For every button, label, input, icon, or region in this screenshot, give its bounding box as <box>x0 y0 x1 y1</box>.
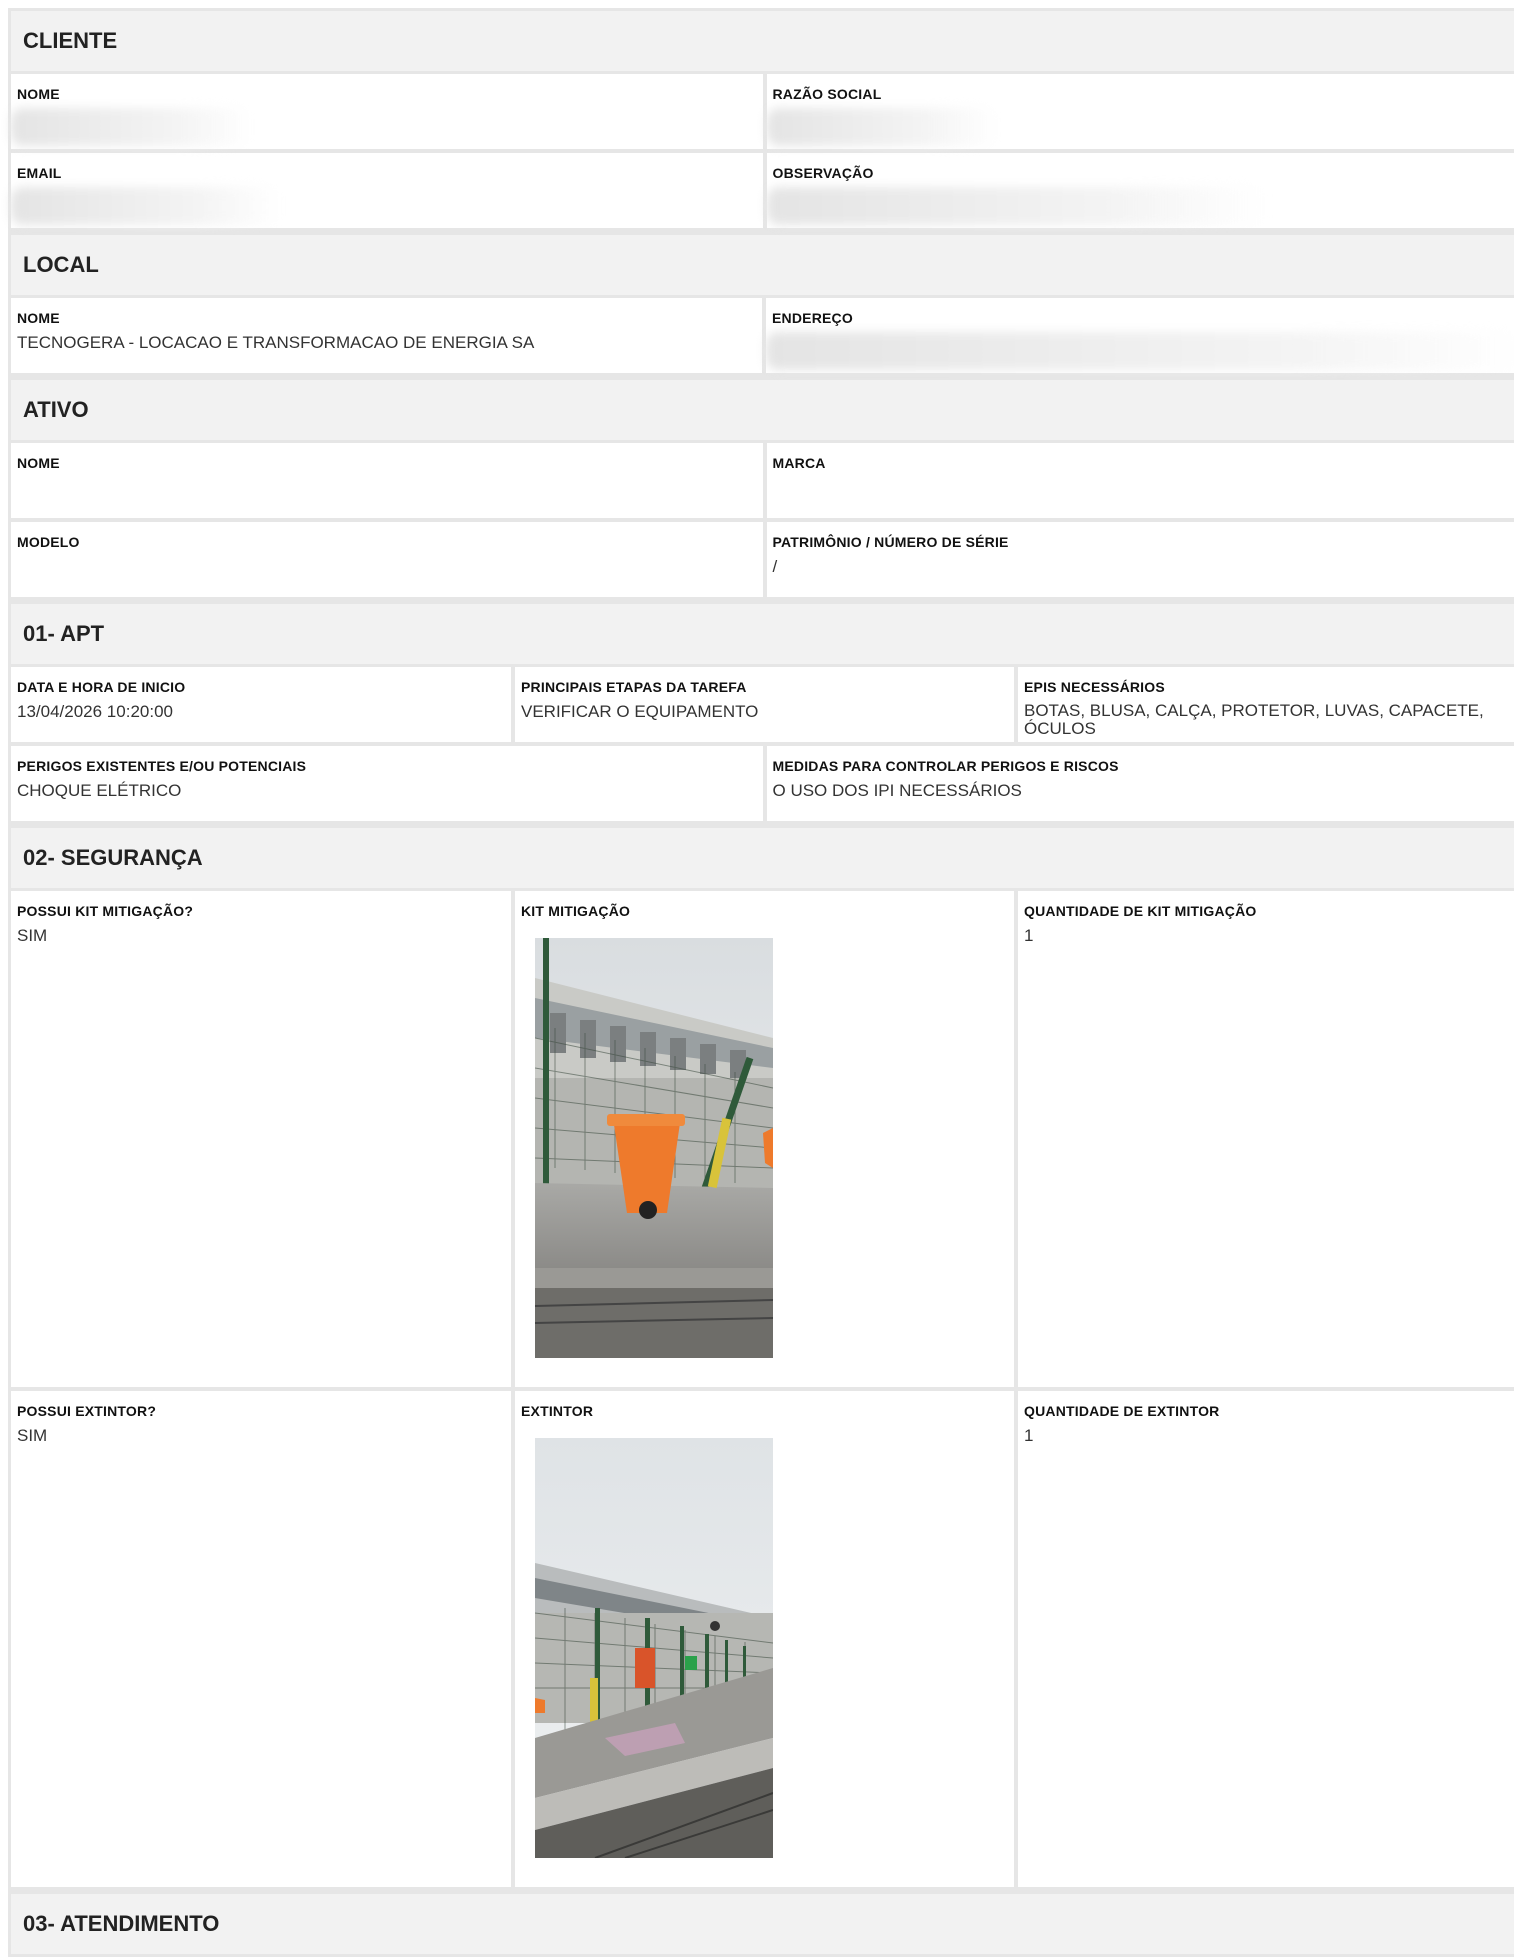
field-perigos: PERIGOS EXISTENTES E/OU POTENCIAIS CHOQU… <box>11 746 763 821</box>
section-apt: 01- APT <box>11 601 1514 667</box>
section-local: LOCAL <box>11 232 1514 298</box>
row: NOME RAZÃO SOCIAL <box>11 74 1514 153</box>
field-value: TECNOGERA - LOCACAO E TRANSFORMACAO DE E… <box>17 333 756 352</box>
field-value: / <box>773 557 1512 576</box>
field-label: EPIS NECESSÁRIOS <box>1024 679 1511 695</box>
section-title: 01- APT <box>23 621 104 647</box>
field-local-nome: NOME TECNOGERA - LOCACAO E TRANSFORMACAO… <box>11 298 762 373</box>
field-extintor: EXTINTOR <box>511 1391 1014 1887</box>
section-title: 02- SEGURANÇA <box>23 845 203 871</box>
row: EMAIL OBSERVAÇÃO <box>11 153 1514 232</box>
field-value: BOTAS, BLUSA, CALÇA, PROTETOR, LUVAS, CA… <box>1024 702 1511 738</box>
field-label: EMAIL <box>17 165 757 181</box>
row: NOME TECNOGERA - LOCACAO E TRANSFORMACAO… <box>11 298 1514 377</box>
field-razao-social: RAZÃO SOCIAL <box>763 74 1514 149</box>
field-label: MODELO <box>17 534 757 550</box>
field-modelo: MODELO <box>11 522 763 597</box>
section-atendimento: 03- ATENDIMENTO <box>11 1891 1514 1957</box>
field-label: KIT MITIGAÇÃO <box>521 903 1008 919</box>
field-data-inicio: DATA E HORA DE INICIO 13/04/2026 10:20:0… <box>11 667 511 742</box>
field-label: NOME <box>17 310 756 326</box>
row: NOME MARCA <box>11 443 1514 522</box>
field-observacao: OBSERVAÇÃO <box>763 153 1514 228</box>
row: DATA E HORA DE INICIO 13/04/2026 10:20:0… <box>11 667 1514 746</box>
row: PERIGOS EXISTENTES E/OU POTENCIAIS CHOQU… <box>11 746 1514 825</box>
field-cliente-nome: NOME <box>11 74 763 149</box>
field-label: POSSUI KIT MITIGAÇÃO? <box>17 903 505 919</box>
field-label: MARCA <box>773 455 1512 471</box>
field-endereco: ENDEREÇO <box>762 298 1514 373</box>
section-cliente: CLIENTE <box>11 8 1514 74</box>
redacted-value <box>11 108 251 146</box>
field-qtd-kit: QUANTIDADE DE KIT MITIGAÇÃO 1 <box>1014 891 1514 1387</box>
field-value: 1 <box>1024 1426 1511 1445</box>
field-label: NOME <box>17 86 757 102</box>
field-label: PERIGOS EXISTENTES E/OU POTENCIAIS <box>17 758 757 774</box>
field-value: VERIFICAR O EQUIPAMENTO <box>521 702 1008 721</box>
section-ativo: ATIVO <box>11 377 1514 443</box>
kit-mitigacao-photo[interactable] <box>535 938 773 1358</box>
field-label: OBSERVAÇÃO <box>773 165 1512 181</box>
field-label: DATA E HORA DE INICIO <box>17 679 505 695</box>
field-value: 13/04/2026 10:20:00 <box>17 702 505 721</box>
section-title: ATIVO <box>23 397 89 423</box>
field-label: NOME <box>17 455 757 471</box>
redacted-value <box>766 332 1514 370</box>
field-value: SIM <box>17 926 505 945</box>
field-label: PATRIMÔNIO / NÚMERO DE SÉRIE <box>773 534 1512 550</box>
section-seguranca: 02- SEGURANÇA <box>11 825 1514 891</box>
report: CLIENTE NOME RAZÃO SOCIAL EMAIL OBSERVAÇ… <box>8 8 1514 1957</box>
extintor-photo[interactable] <box>535 1438 773 1858</box>
field-label: QUANTIDADE DE KIT MITIGAÇÃO <box>1024 903 1511 919</box>
field-epis: EPIS NECESSÁRIOS BOTAS, BLUSA, CALÇA, PR… <box>1014 667 1514 742</box>
field-label: QUANTIDADE DE EXTINTOR <box>1024 1403 1511 1419</box>
section-title: CLIENTE <box>23 28 117 54</box>
field-email: EMAIL <box>11 153 763 228</box>
field-medidas: MEDIDAS PARA CONTROLAR PERIGOS E RISCOS … <box>763 746 1514 821</box>
field-label: MEDIDAS PARA CONTROLAR PERIGOS E RISCOS <box>773 758 1512 774</box>
field-label: PRINCIPAIS ETAPAS DA TAREFA <box>521 679 1008 695</box>
field-label: ENDEREÇO <box>772 310 1511 326</box>
field-label: EXTINTOR <box>521 1403 1008 1419</box>
row: POSSUI EXTINTOR? SIM EXTINTOR <box>11 1391 1514 1891</box>
field-label: RAZÃO SOCIAL <box>773 86 1512 102</box>
field-patrimonio: PATRIMÔNIO / NÚMERO DE SÉRIE / <box>763 522 1514 597</box>
field-ativo-nome: NOME <box>11 443 763 518</box>
field-qtd-extintor: QUANTIDADE DE EXTINTOR 1 <box>1014 1391 1514 1887</box>
field-value: O USO DOS IPI NECESSÁRIOS <box>773 781 1512 800</box>
field-value: SIM <box>17 1426 505 1445</box>
redacted-value <box>767 187 1267 225</box>
row: POSSUI KIT MITIGAÇÃO? SIM KIT MITIGAÇÃO <box>11 891 1514 1391</box>
field-marca: MARCA <box>763 443 1514 518</box>
field-possui-kit: POSSUI KIT MITIGAÇÃO? SIM <box>11 891 511 1387</box>
section-title: LOCAL <box>23 252 99 278</box>
redacted-value <box>767 108 997 146</box>
field-possui-extintor: POSSUI EXTINTOR? SIM <box>11 1391 511 1887</box>
row: MODELO PATRIMÔNIO / NÚMERO DE SÉRIE / <box>11 522 1514 601</box>
field-etapas: PRINCIPAIS ETAPAS DA TAREFA VERIFICAR O … <box>511 667 1014 742</box>
section-title: 03- ATENDIMENTO <box>23 1911 219 1937</box>
field-label: POSSUI EXTINTOR? <box>17 1403 505 1419</box>
field-kit-mitigacao: KIT MITIGAÇÃO <box>511 891 1014 1387</box>
field-value: CHOQUE ELÉTRICO <box>17 781 757 800</box>
redacted-value <box>11 187 281 225</box>
field-value: 1 <box>1024 926 1511 945</box>
